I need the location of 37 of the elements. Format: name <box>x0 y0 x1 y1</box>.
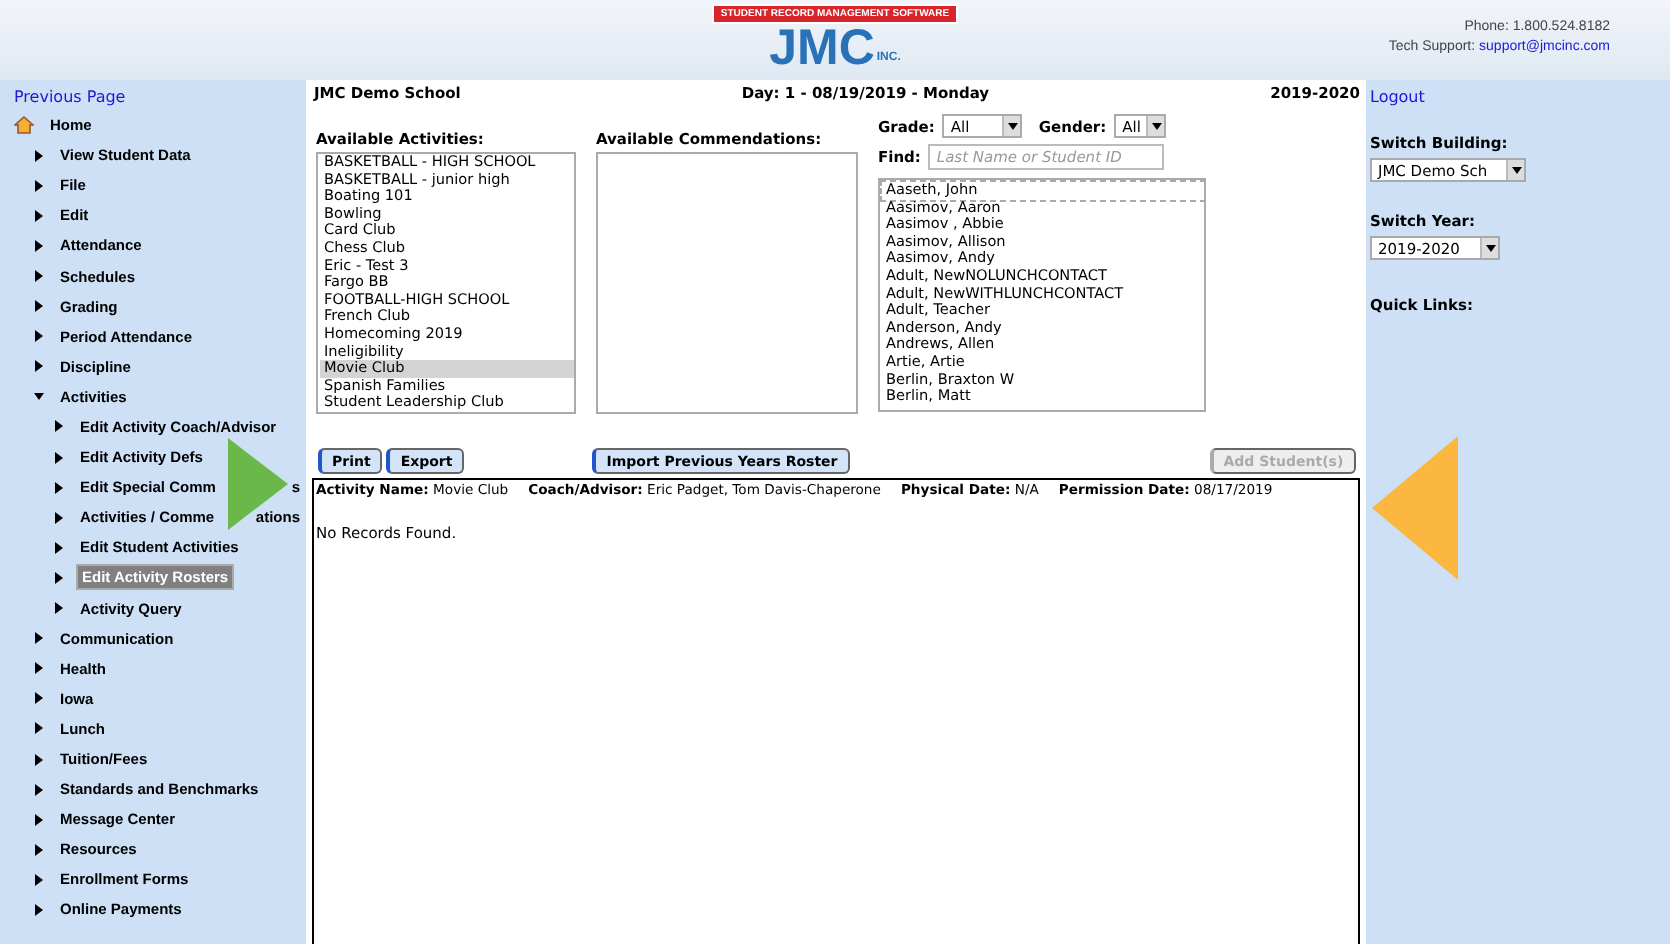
caret-right-icon[interactable] <box>54 571 64 584</box>
caret-right-icon[interactable] <box>34 813 44 826</box>
caret-down-icon <box>1511 164 1521 176</box>
caret-right-icon[interactable] <box>34 330 44 343</box>
caret-right-icon[interactable] <box>34 239 44 252</box>
activities-list[interactable] <box>316 152 576 414</box>
caret-right-icon[interactable] <box>34 843 44 856</box>
logo-text: JMC <box>769 24 875 74</box>
caret-right-icon[interactable] <box>34 300 44 313</box>
caret-right-icon[interactable] <box>34 360 44 373</box>
caret-right-icon[interactable] <box>34 753 44 766</box>
caret-down-icon <box>1007 120 1018 132</box>
caret-right-icon[interactable] <box>54 602 64 615</box>
caret-right-icon[interactable] <box>34 270 44 283</box>
caret-right-icon[interactable] <box>34 783 44 796</box>
caret-right-icon[interactable] <box>34 179 44 192</box>
logout-link[interactable]: Logout <box>1370 84 1670 110</box>
caret-right-icon[interactable] <box>34 149 44 162</box>
house-icon <box>14 116 34 135</box>
caret-down-icon <box>1151 120 1162 132</box>
students-list[interactable] <box>878 178 1206 412</box>
caret-right-icon[interactable] <box>54 451 64 464</box>
caret-down-icon <box>1485 242 1495 254</box>
caret-right-icon[interactable] <box>34 662 44 675</box>
caret-down-icon[interactable] <box>34 390 44 403</box>
caret-right-icon[interactable] <box>34 209 44 222</box>
caret-right-icon[interactable] <box>54 481 64 494</box>
caret-right-icon[interactable] <box>54 420 64 433</box>
pointer-arrow-icon <box>1372 436 1458 580</box>
caret-right-icon[interactable] <box>34 692 44 705</box>
caret-right-icon[interactable] <box>34 632 44 645</box>
previous-page-link[interactable]: Previous Page <box>14 84 306 110</box>
caret-right-icon[interactable] <box>34 873 44 886</box>
caret-right-icon[interactable] <box>34 722 44 735</box>
caret-right-icon[interactable] <box>54 511 64 524</box>
caret-right-icon[interactable] <box>54 541 64 554</box>
caret-right-icon[interactable] <box>34 903 44 916</box>
